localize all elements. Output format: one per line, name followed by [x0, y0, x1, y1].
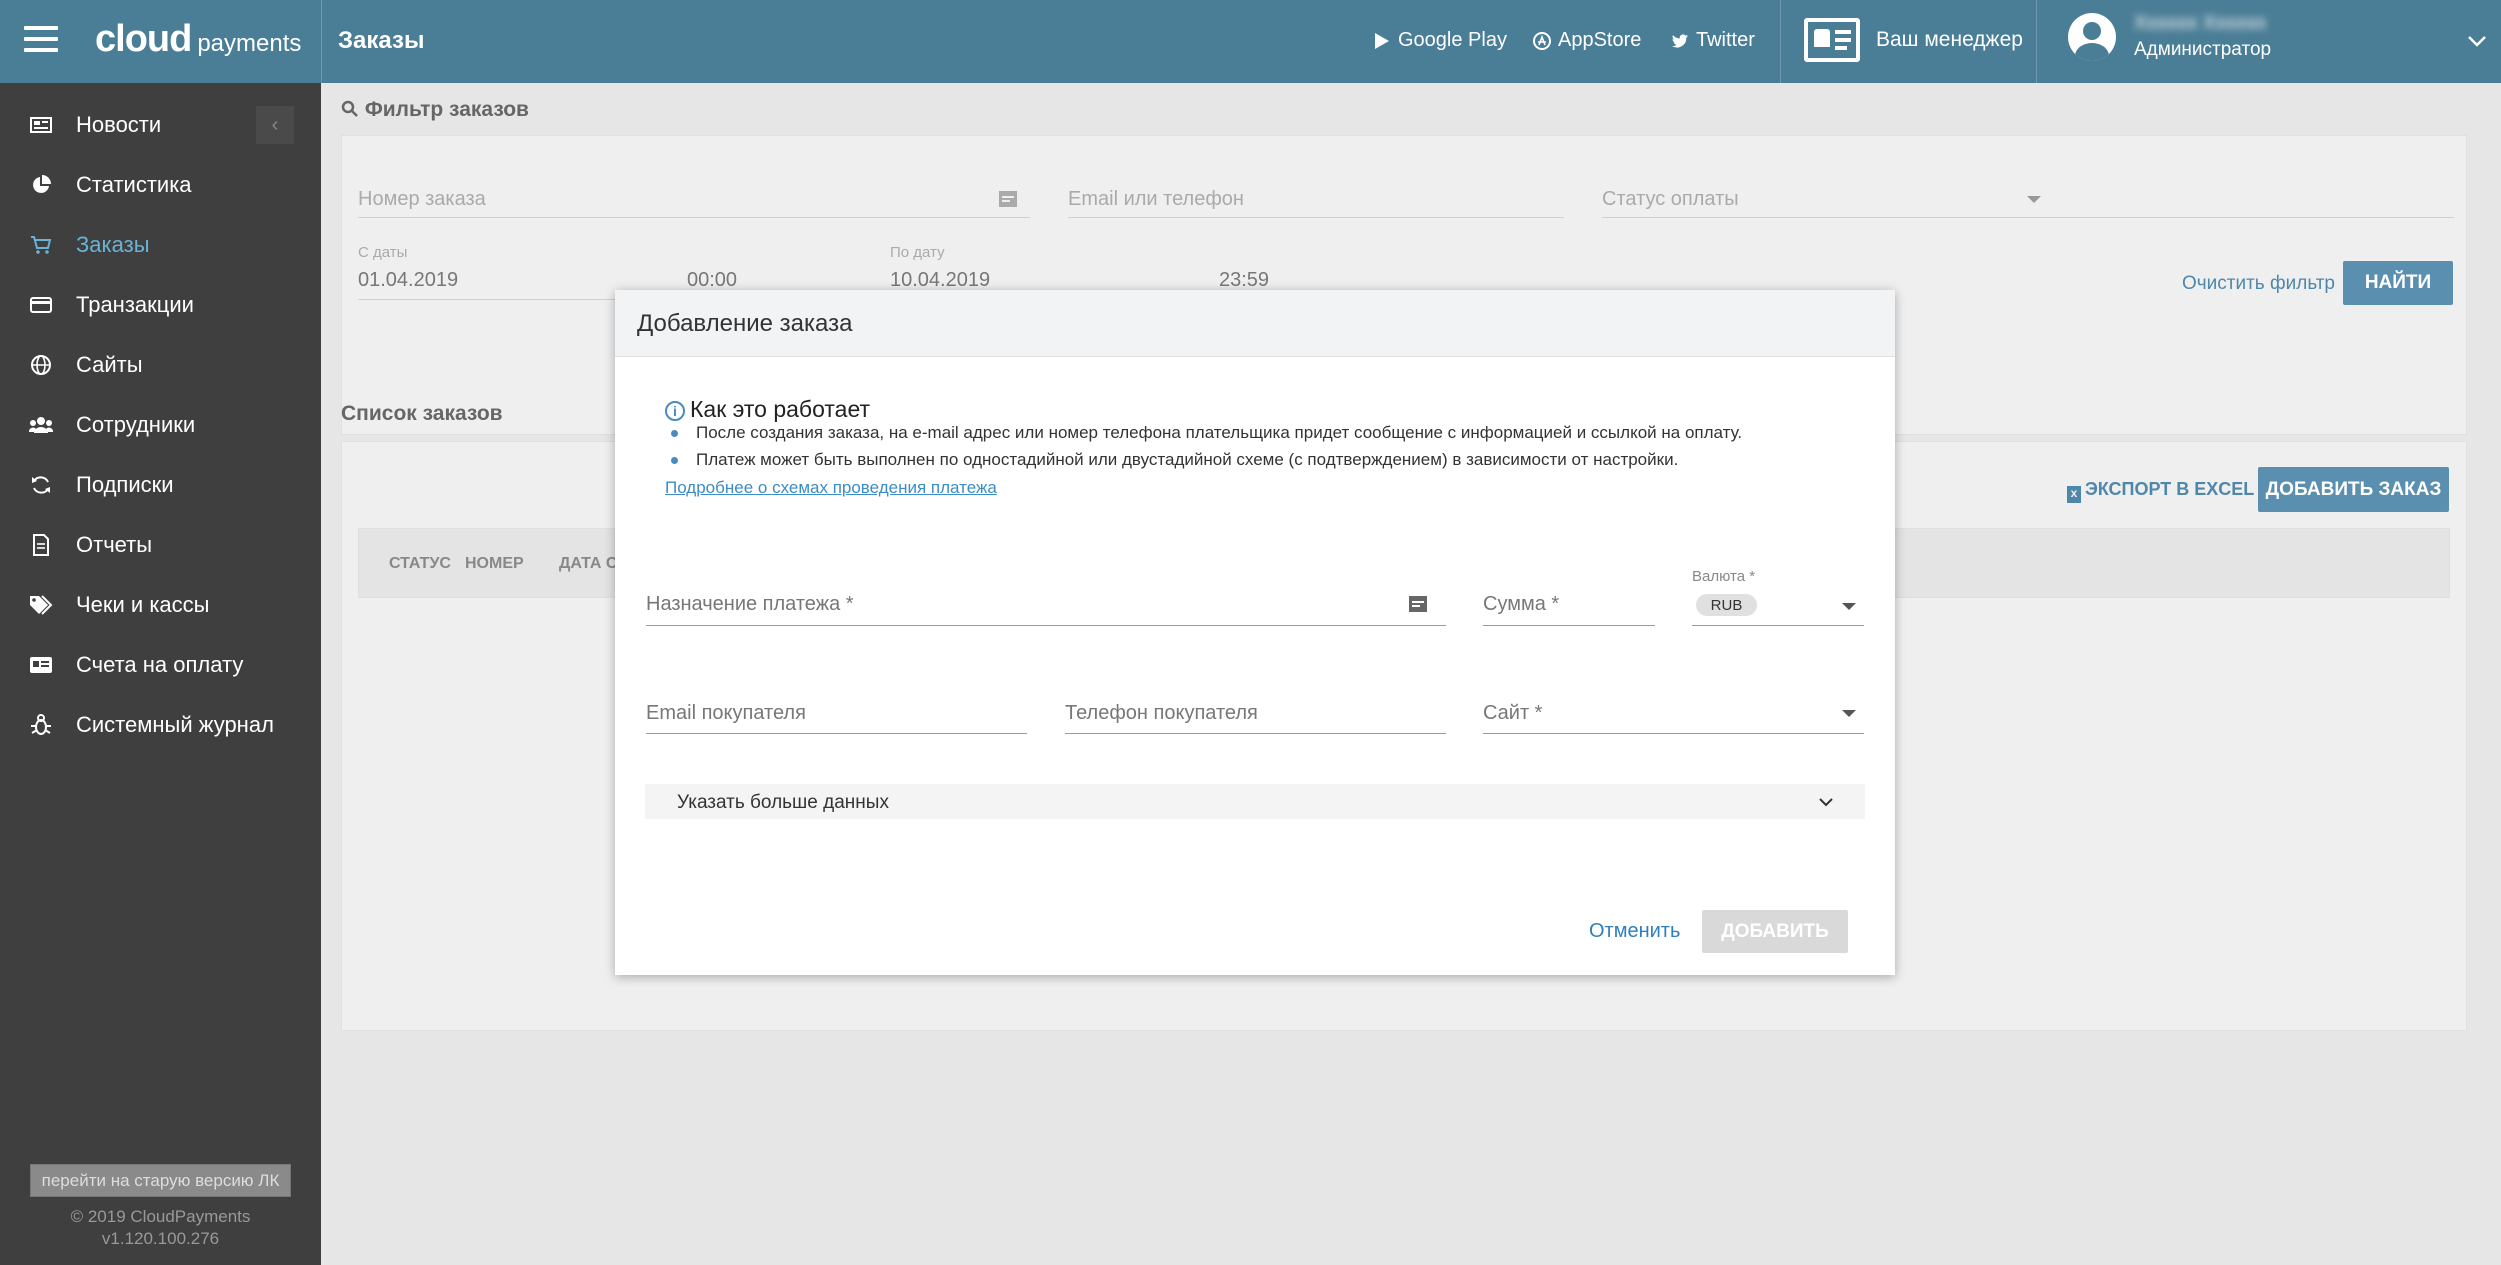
cancel-button[interactable]: Отменить [1589, 920, 1680, 943]
calendar-list-icon[interactable] [1407, 593, 1429, 615]
more-data-label[interactable]: Указать больше данных [677, 792, 889, 814]
purpose-input[interactable]: Назначение платежа * [646, 593, 854, 616]
currency-label: Валюта * [1692, 568, 1756, 585]
info-title: Как это работает [690, 396, 871, 422]
dropdown-arrow-icon[interactable] [1842, 603, 1856, 610]
amount-input[interactable]: Сумма * [1483, 593, 1559, 616]
bullet-icon [671, 457, 678, 464]
info-icon: i [665, 401, 685, 421]
add-order-dialog: Добавление заказа i Как это работает Пос… [615, 290, 1895, 975]
dropdown-arrow-icon[interactable] [1842, 710, 1856, 717]
currency-select[interactable]: RUB [1696, 594, 1757, 616]
bullet-icon [671, 430, 678, 437]
info-bullet: Платеж может быть выполнен по одностадий… [696, 450, 1679, 469]
site-select[interactable]: Сайт * [1483, 702, 1542, 725]
buyer-email-input[interactable]: Email покупателя [646, 702, 806, 725]
info-bullet: После создания заказа, на e-mail адрес и… [696, 423, 1743, 442]
buyer-phone-input[interactable]: Телефон покупателя [1065, 702, 1258, 725]
payment-schemes-link[interactable]: Подробнее о схемах проведения платежа [665, 478, 997, 498]
dialog-header: Добавление заказа [615, 290, 1895, 357]
chevron-down-icon[interactable] [1818, 794, 1834, 810]
dialog-title: Добавление заказа [637, 310, 853, 337]
add-button[interactable]: ДОБАВИТЬ [1702, 910, 1848, 953]
